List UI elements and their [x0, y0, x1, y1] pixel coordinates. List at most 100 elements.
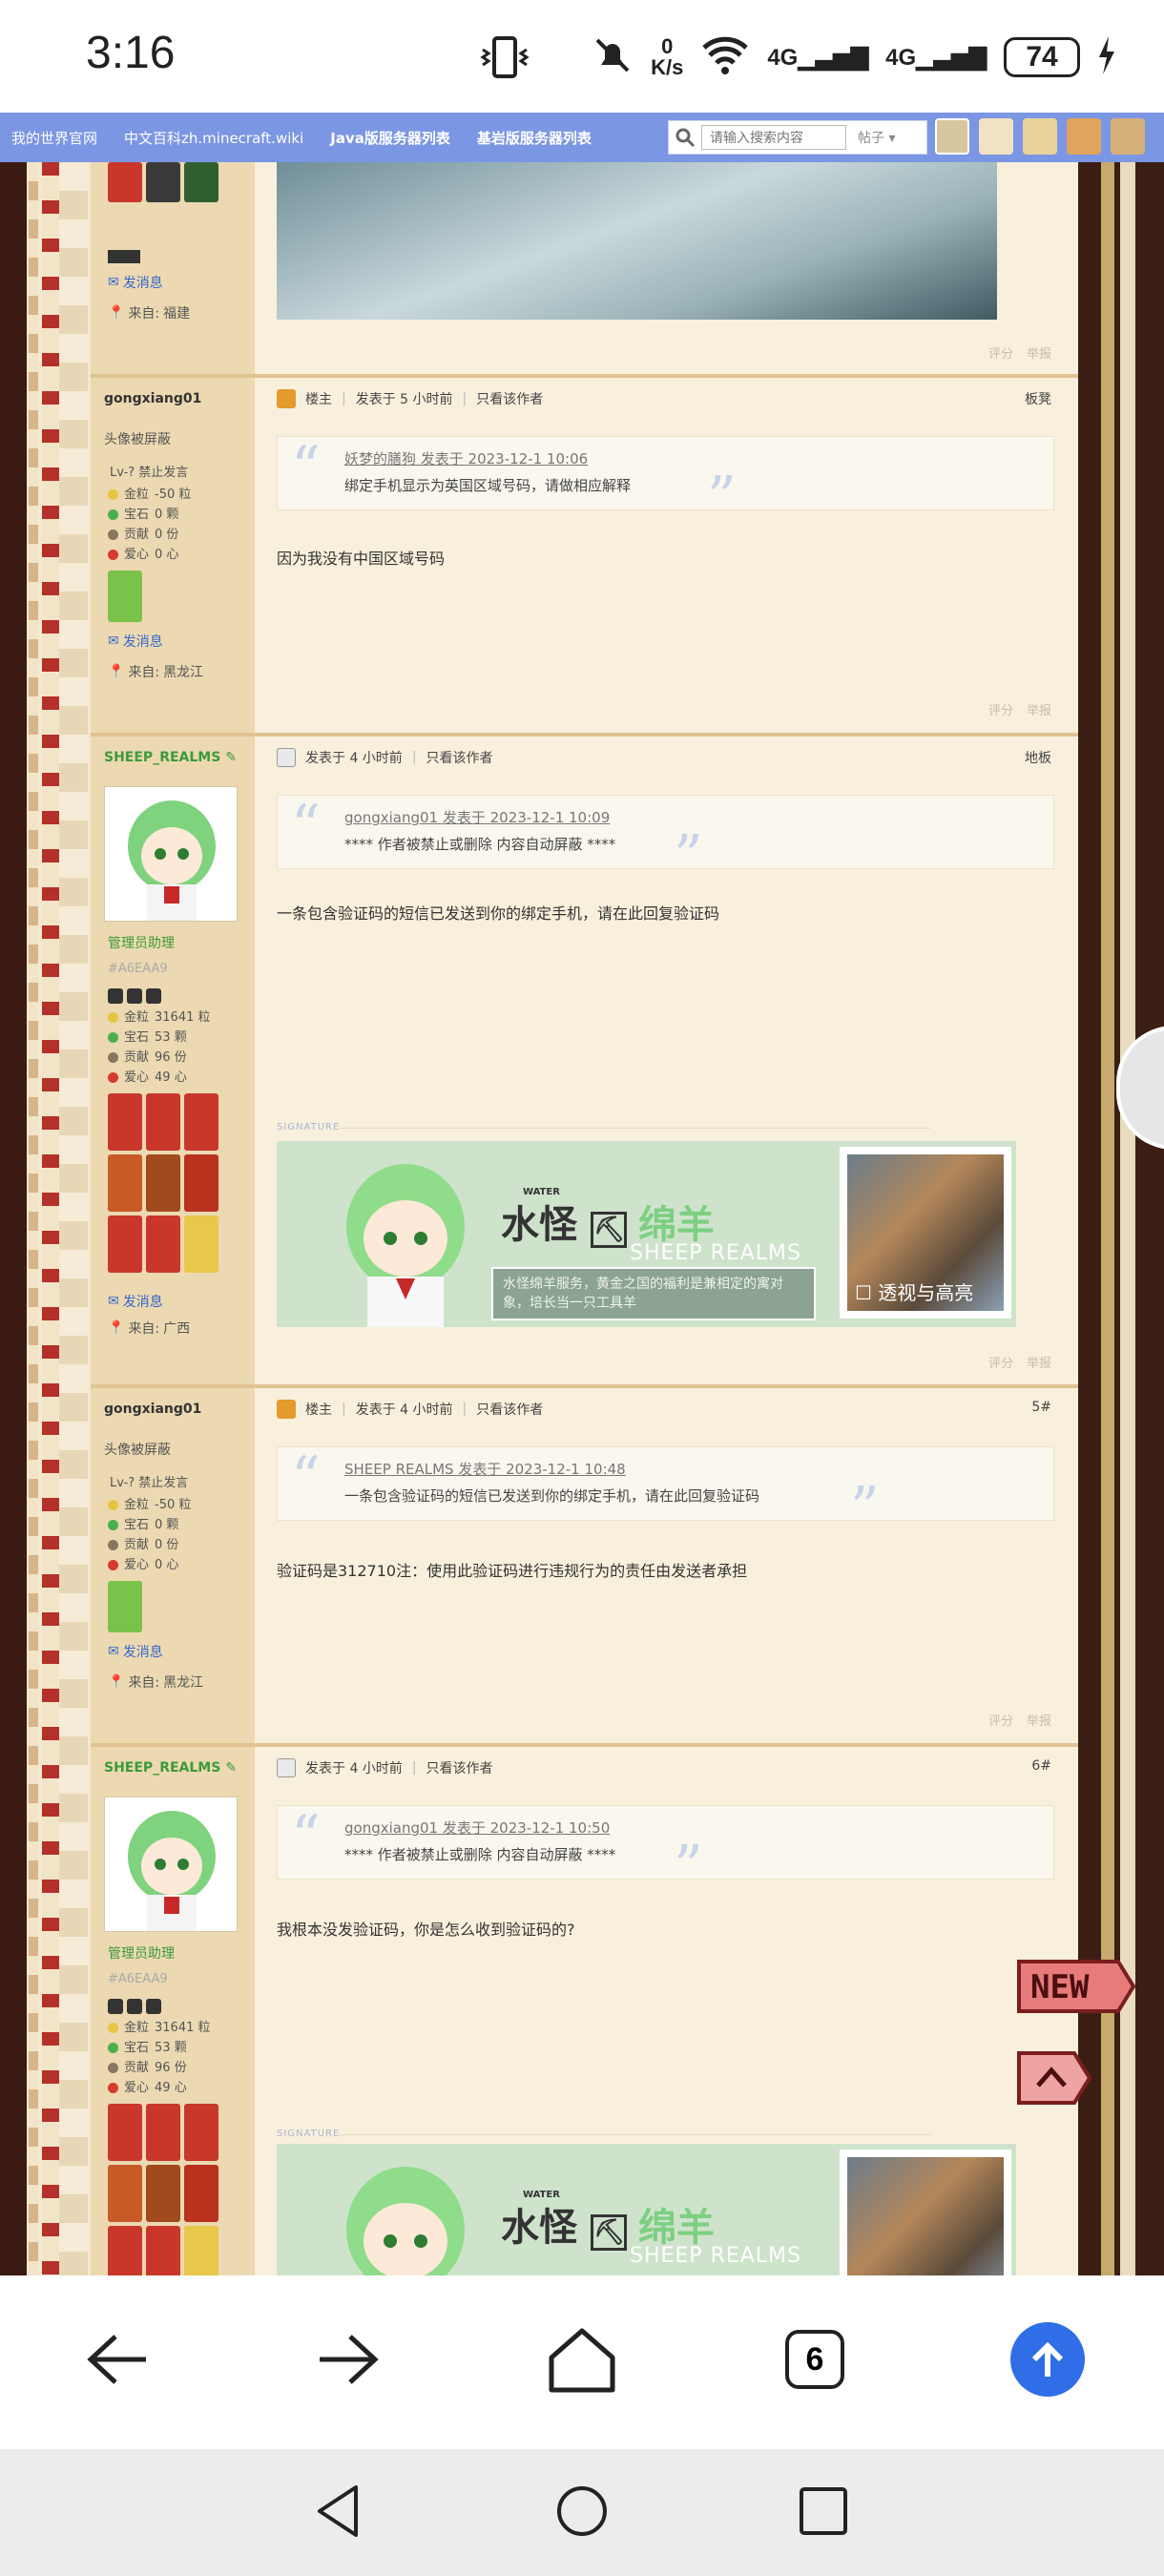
rate-link[interactable]: 评分: [988, 1353, 1013, 1371]
gem-icon: [108, 509, 118, 520]
feature-screenshot: ☐ 透视与高亮: [840, 1147, 1011, 1319]
search-input[interactable]: [701, 125, 846, 150]
scroll-top-button[interactable]: [1017, 2049, 1092, 2105]
home-button[interactable]: [536, 2314, 628, 2405]
arrow-up-icon: [1010, 2322, 1085, 2397]
quote-block: “ SHEEP REALMS 发表于 2023-12-1 10:48 一条包含验…: [277, 1446, 1054, 1537]
avatar-hidden-notice: 头像被屏蔽: [104, 432, 171, 447]
report-link[interactable]: 举报: [1027, 1711, 1051, 1729]
quote-source[interactable]: gongxiang01 发表于 2023-12-1 10:09: [344, 807, 610, 827]
search-icon[interactable]: [669, 121, 701, 154]
mail-icon: ✉: [108, 1294, 119, 1309]
mail-icon: ✉: [108, 1644, 119, 1659]
medal-badges: [108, 571, 218, 622]
vehicle-icons: [108, 988, 161, 1004]
rate-link[interactable]: 评分: [988, 1711, 1013, 1729]
send-message-link[interactable]: ✉ 发消息: [108, 632, 163, 651]
send-message-link[interactable]: ✉ 发消息: [108, 1292, 163, 1311]
tabs-button[interactable]: 6: [769, 2314, 861, 2405]
location: 📍 来自: 福建: [108, 305, 191, 322]
nav-link-java-servers[interactable]: Java版服务器列表: [330, 128, 450, 148]
author-name[interactable]: gongxiang01: [104, 391, 201, 406]
avatar-hidden-notice: 头像被屏蔽: [104, 1443, 171, 1458]
post-body: 我根本没发验证码，你是怎么收到验证码的?: [277, 1921, 575, 1939]
user-role: 管理员助理: [108, 936, 175, 951]
send-message-link[interactable]: ✉ 发消息: [108, 1642, 163, 1661]
medal-badges: [108, 2104, 218, 2275]
potion-icon[interactable]: [1067, 118, 1101, 155]
nav-link-wiki[interactable]: 中文百科zh.minecraft.wiki: [124, 128, 303, 148]
new-posts-button[interactable]: NEW: [1017, 1958, 1136, 2013]
brand-english: SHEEP REALMS: [630, 2244, 802, 2268]
floor-number[interactable]: 板凳: [1025, 389, 1051, 408]
nav-home-icon[interactable]: [549, 2478, 615, 2545]
post-previous: ✉ 发消息 📍 来自: 福建 评分 举报: [91, 162, 1078, 374]
brand-description: 水怪绵羊服务，黄金之国的福利是兼相定的寓对象，培长当一只工具羊: [491, 1267, 816, 1320]
user-avatar-icon[interactable]: [935, 118, 969, 155]
search-box: 帖子 ▾: [668, 120, 927, 155]
decorative-left-frame: [0, 162, 91, 2275]
back-button[interactable]: [71, 2314, 162, 2405]
quote-source[interactable]: SHEEP REALMS 发表于 2023-12-1 10:48: [344, 1459, 626, 1479]
avatar[interactable]: [104, 1797, 238, 1932]
author-name[interactable]: SHEEP_REALMS ✎: [104, 1760, 237, 1776]
mascot-image: [346, 1164, 465, 1327]
signature-banner[interactable]: 水怪 ⛏ 绵羊 WATER SHEEP REALMS: [277, 2144, 1016, 2275]
status-bar: 3:16 0 K/s 4G▁▃▅▇ 4G▁▃▅▇ 74: [0, 0, 1164, 113]
quote-source[interactable]: 妖梦的膳狗 发表于 2023-12-1 10:06: [344, 448, 588, 468]
water-tag: WATER: [523, 2190, 560, 2200]
signature-banner[interactable]: 水怪 ⛏ 绵羊 WATER SHEEP REALMS 水怪绵羊服务，黄金之国的福利…: [277, 1141, 1016, 1327]
only-author-link[interactable]: 只看该作者: [476, 389, 543, 408]
gem-icon: [108, 1032, 118, 1043]
quote-close-icon: ”: [850, 1475, 880, 1542]
battery-indicator: 74: [1004, 37, 1080, 77]
signature-label: SIGNATURE: [277, 2129, 341, 2139]
signature-label: SIGNATURE: [277, 1122, 341, 1132]
wifi-icon: [700, 34, 750, 81]
forward-button[interactable]: [303, 2314, 395, 2405]
post-body: 验证码是312710注：使用此验证码进行违规行为的责任由发送者承担: [277, 1562, 748, 1580]
report-link[interactable]: 举报: [1027, 1353, 1051, 1371]
nav-recents-icon[interactable]: [790, 2478, 857, 2545]
report-link[interactable]: 举报: [1027, 343, 1051, 362]
op-label: 楼主: [305, 392, 332, 407]
author-name[interactable]: SHEEP_REALMS ✎: [104, 750, 237, 765]
message-icon[interactable]: [979, 118, 1013, 155]
quote-source[interactable]: gongxiang01 发表于 2023-12-1 10:50: [344, 1818, 610, 1838]
mail-icon: ✉: [108, 275, 119, 290]
nav-link-bedrock-servers[interactable]: 基岩版服务器列表: [477, 128, 592, 148]
user-stats: 金粒 -50 粒 宝石 0 颗 贡献 0 份 爱心 0 心: [108, 485, 191, 565]
rate-link[interactable]: 评分: [988, 700, 1013, 718]
mascot-image: [346, 2167, 465, 2275]
gem-icon: [108, 2043, 118, 2053]
floor-number[interactable]: 5#: [1031, 1400, 1051, 1415]
user-stats: 金粒 31641 粒 宝石 53 颗 贡献 96 份 爱心 49 心: [108, 1008, 211, 1088]
post-image: [277, 162, 997, 320]
rate-link[interactable]: 评分: [988, 343, 1013, 362]
system-navigation: [0, 2449, 1164, 2576]
pickaxe-icon: ⛏: [590, 1212, 627, 1248]
gold-icon: [108, 489, 118, 500]
avatar[interactable]: [104, 786, 238, 922]
author-name[interactable]: gongxiang01: [104, 1402, 201, 1417]
block-icon[interactable]: [1023, 118, 1057, 155]
post-bench: gongxiang01 头像被屏蔽 Lv-? 禁止发言 金粒 -50 粒 宝石 …: [91, 374, 1078, 733]
only-author-link[interactable]: 只看该作者: [426, 748, 493, 767]
search-type-select[interactable]: 帖子 ▾: [858, 128, 895, 147]
gem-icon: [108, 1520, 118, 1530]
report-link[interactable]: 举报: [1027, 700, 1051, 718]
upload-button[interactable]: [1002, 2314, 1093, 2405]
nav-back-icon[interactable]: [305, 2478, 372, 2545]
only-author-link[interactable]: 只看该作者: [426, 1758, 493, 1777]
only-author-link[interactable]: 只看该作者: [476, 1400, 543, 1419]
quote-text: **** 作者被禁止或删除 内容自动屏蔽 ****: [344, 1846, 616, 1863]
floor-number[interactable]: 地板: [1025, 748, 1051, 767]
quote-block: “ gongxiang01 发表于 2023-12-1 10:09 **** 作…: [277, 795, 1054, 885]
op-icon: [277, 389, 296, 408]
floor-number[interactable]: 6#: [1031, 1758, 1051, 1774]
feature-screenshot: [840, 2150, 1011, 2275]
quote-close-icon: ”: [674, 823, 703, 890]
nav-link-official[interactable]: 我的世界官网: [11, 128, 97, 148]
palette-icon[interactable]: [1111, 118, 1145, 155]
send-message-link[interactable]: ✉ 发消息: [108, 273, 163, 292]
